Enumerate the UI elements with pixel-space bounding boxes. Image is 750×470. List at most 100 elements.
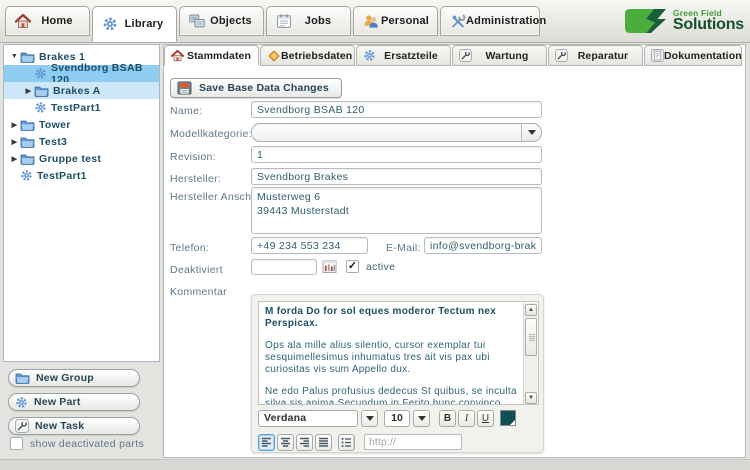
calendar-icon <box>276 13 292 29</box>
tab-label: Stammdaten <box>184 50 258 62</box>
comment-paragraph: Ops ala mille alius silentio, cursor exe… <box>265 340 518 376</box>
tab-ersatzteile[interactable]: Ersatzteile <box>356 45 451 66</box>
show-deactivated-label: show deactivated parts <box>30 438 144 450</box>
manufacturer-label: Hersteller: <box>170 173 221 185</box>
chevron-down-icon[interactable] <box>521 124 541 141</box>
save-icon <box>177 81 192 95</box>
tree-item-testpart1-root[interactable]: TestPart1 <box>4 167 159 184</box>
green-field-logo-icon <box>622 6 668 36</box>
tab-stammdaten[interactable]: Stammdaten <box>164 45 259 66</box>
nav-tab-label: Administration <box>466 15 552 27</box>
revision-label: Revision: <box>170 151 216 163</box>
new-task-button[interactable]: New Task <box>8 417 140 435</box>
align-right-icon <box>299 437 310 448</box>
deactivated-date-input[interactable] <box>251 259 317 275</box>
tree-item-label: TestPart1 <box>37 170 87 182</box>
active-checkbox[interactable]: ✓ <box>346 260 359 273</box>
editor-scrollbar[interactable]: ▲ ▼ <box>523 303 537 405</box>
window-bottom-strip <box>0 459 750 470</box>
folder-icon <box>20 51 35 63</box>
active-row: ✓ active <box>346 260 395 273</box>
name-label: Name: <box>170 105 202 117</box>
scroll-up-icon[interactable]: ▲ <box>525 304 537 316</box>
manufacturer-address-textarea[interactable]: Musterweg 6 39443 Musterstadt <box>251 187 542 234</box>
comment-editor: M forda Do for sol eques moderor Tectum … <box>251 294 544 453</box>
nav-tab-jobs[interactable]: Jobs <box>266 6 351 36</box>
align-justify-button[interactable] <box>315 434 332 451</box>
align-right-button[interactable] <box>296 434 313 451</box>
home-icon <box>15 14 31 29</box>
expander-icon[interactable]: ▶ <box>9 121 20 129</box>
tree-item-tower[interactable]: ▶ Tower <box>4 116 159 133</box>
email-input[interactable] <box>424 237 542 254</box>
tab-betriebsdaten[interactable]: Betriebsdaten <box>260 45 355 66</box>
underline-button[interactable]: U <box>477 410 494 427</box>
comment-text-area[interactable]: M forda Do for sol eques moderor Tectum … <box>258 301 539 405</box>
manufacturer-input[interactable] <box>251 168 542 185</box>
show-deactivated-checkbox[interactable] <box>10 437 23 450</box>
gear-icon <box>34 101 47 114</box>
nav-tab-label: Home <box>31 15 89 27</box>
new-group-button[interactable]: New Group <box>8 369 140 387</box>
scroll-down-icon[interactable]: ▼ <box>525 392 537 404</box>
scrollbar-thumb[interactable] <box>525 318 537 356</box>
italic-button[interactable]: I <box>458 410 475 427</box>
tree-item-svendborg-bsab-120[interactable]: Svendborg BSAB 120 <box>4 65 159 82</box>
align-center-button[interactable] <box>277 434 294 451</box>
name-input[interactable] <box>251 101 542 118</box>
nav-tab-label: Personal <box>379 15 437 27</box>
house-icon <box>171 50 184 62</box>
nav-tab-label: Objects <box>205 15 263 27</box>
document-icon <box>651 49 664 62</box>
model-category-label: Modellkategorie: <box>170 128 252 140</box>
company-logo: Green Field Solutions <box>622 6 744 36</box>
font-size-select[interactable]: 10 <box>384 410 410 427</box>
detail-panel: Stammdaten Betriebsdaten Ersatzteile War… <box>163 44 746 458</box>
gear-icon <box>15 396 28 409</box>
text-color-swatch[interactable] <box>500 410 516 426</box>
tree-item-testpart1[interactable]: TestPart1 <box>4 99 159 116</box>
tree-item-gruppe-test[interactable]: ▶ Gruppe test <box>4 150 159 167</box>
nav-tab-personal[interactable]: Personal <box>353 6 438 36</box>
calendar-picker-icon[interactable] <box>322 259 337 274</box>
align-left-button[interactable] <box>258 434 275 451</box>
model-category-select[interactable] <box>251 123 542 142</box>
tree-item-label: Tower <box>39 119 71 131</box>
tab-reparatur[interactable]: Reparatur <box>548 45 643 66</box>
phone-input[interactable] <box>251 237 368 254</box>
folder-icon <box>20 136 35 148</box>
font-size-dropdown-icon[interactable] <box>413 410 430 427</box>
expander-icon[interactable]: ▶ <box>9 155 20 163</box>
gear-icon <box>102 16 118 32</box>
nav-tab-objects[interactable]: Objects <box>179 6 264 36</box>
expander-icon[interactable]: ▼ <box>9 53 20 60</box>
font-family-dropdown-icon[interactable] <box>361 410 378 427</box>
nav-tab-label: Library <box>118 18 176 30</box>
tree-item-brakes-a[interactable]: ▶ Brakes A <box>4 82 159 99</box>
folder-icon <box>34 85 49 97</box>
bold-button[interactable]: B <box>439 410 456 427</box>
tree-item-label: Gruppe test <box>39 153 101 165</box>
revision-input[interactable] <box>251 146 542 163</box>
tab-dokumentation[interactable]: Dokumentation <box>644 45 742 66</box>
font-family-select[interactable]: Verdana <box>258 410 358 427</box>
tab-wartung[interactable]: Wartung <box>452 45 547 66</box>
tree-item-label: Brakes A <box>53 85 101 97</box>
nav-tab-library[interactable]: Library <box>92 6 177 42</box>
gear-icon <box>34 67 47 80</box>
new-part-button[interactable]: New Part <box>8 393 140 411</box>
tab-label: Wartung <box>472 50 546 62</box>
expander-icon[interactable]: ▶ <box>23 87 34 95</box>
bullet-list-icon <box>341 437 352 448</box>
wrench-icon <box>459 49 472 62</box>
nav-tab-administration[interactable]: Administration <box>440 6 540 36</box>
tree-item-test3[interactable]: ▶ Test3 <box>4 133 159 150</box>
align-center-icon <box>280 437 291 448</box>
hyperlink-url-input[interactable] <box>364 434 462 450</box>
app-window: Home Library Objects Jobs Personal Admin… <box>0 0 750 470</box>
save-base-data-button[interactable]: Save Base Data Changes <box>170 78 342 98</box>
nav-tab-home[interactable]: Home <box>5 6 90 36</box>
show-deactivated-parts-row: show deactivated parts <box>10 437 144 450</box>
expander-icon[interactable]: ▶ <box>9 138 20 146</box>
active-label: active <box>366 261 395 273</box>
